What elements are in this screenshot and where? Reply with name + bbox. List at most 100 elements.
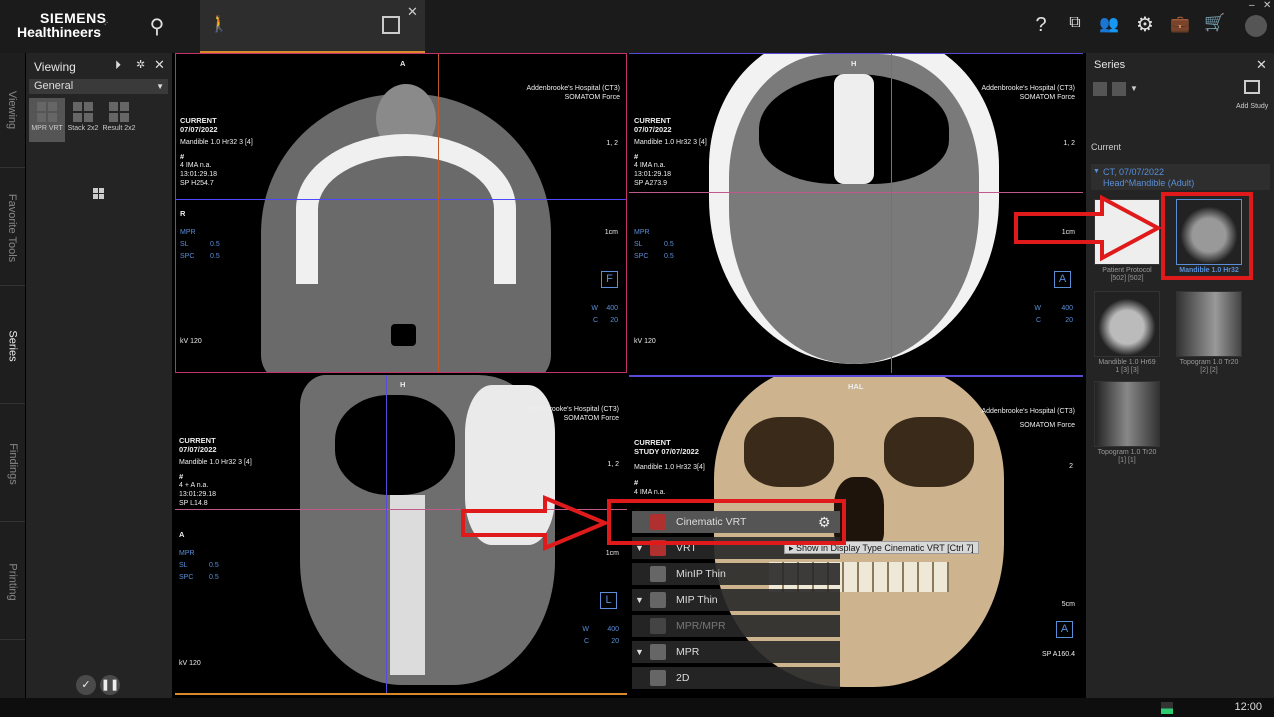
layout-mpr-vrt[interactable]: MPR VRT: [29, 98, 65, 142]
scanner-label: SOMATOM Force: [1019, 422, 1075, 429]
rail-tab-printing[interactable]: Printing: [0, 525, 25, 640]
ct-mandible: [296, 134, 516, 284]
status-label: CURRENT: [179, 436, 216, 445]
ratio-label: 2: [1069, 463, 1073, 470]
expand-icon[interactable]: ▼: [635, 595, 644, 605]
sl-label: SL: [180, 241, 189, 248]
help-icon[interactable]: ?: [1028, 14, 1054, 37]
hash-label: #: [634, 478, 639, 487]
thumb-label: [502] [502]: [1110, 275, 1144, 282]
date-label: 07/07/2022: [180, 125, 218, 134]
rail-tab-favorite-tools[interactable]: Favorite Tools: [0, 171, 25, 286]
menu-item-label: MinIP Thin: [676, 568, 726, 580]
add-study-icon[interactable]: [1244, 80, 1260, 94]
time-label: 13:01:29.18: [180, 171, 217, 178]
ima-label: 4 + A n.a.: [179, 482, 209, 489]
series-thumb-mandible-hr69[interactable]: [1094, 291, 1160, 357]
menu-item-mpr[interactable]: ▼ MPR: [632, 641, 840, 663]
more-layouts-icon[interactable]: [93, 188, 104, 199]
orientation-cube-icon[interactable]: L: [600, 592, 617, 609]
sl-value: 0.5: [210, 241, 220, 248]
menu-item-minip-thin[interactable]: MinIP Thin: [632, 563, 840, 585]
layout-grid-icon: [73, 102, 93, 122]
scale-label: 5cm: [1061, 601, 1075, 608]
mpr-label: MPR: [179, 550, 195, 557]
gear-icon[interactable]: ✲: [136, 58, 145, 71]
rail-tab-findings[interactable]: Findings: [0, 407, 25, 522]
ratio-label: 1, 2: [1063, 140, 1075, 147]
close-panel-icon[interactable]: ✕: [154, 57, 165, 73]
mpr-mpr-icon: [650, 618, 666, 634]
date-label: 07/07/2022: [634, 125, 672, 134]
rail-tab-viewing[interactable]: Viewing: [0, 53, 25, 168]
layout-result-2x2[interactable]: Result 2x2: [101, 98, 137, 142]
grid-view-icon[interactable]: [1112, 82, 1126, 96]
w-label: W: [1034, 305, 1041, 312]
menu-item-label: MIP Thin: [676, 594, 718, 606]
vrt-orbit-right: [884, 417, 974, 487]
orientation-label: H: [851, 59, 857, 68]
expand-icon[interactable]: ▼: [635, 647, 644, 657]
series-thumb-topogram-1[interactable]: [1094, 381, 1160, 447]
play-icon[interactable]: ⏵: [115, 58, 121, 73]
close-tab-icon[interactable]: ✕: [407, 4, 418, 20]
patient-browser-icon[interactable]: ⚲: [144, 14, 170, 39]
cart-icon[interactable]: 🛒: [1202, 13, 1228, 33]
viewing-title: Viewing: [34, 60, 76, 74]
time-label: 13:01:29.18: [634, 171, 671, 178]
pause-button[interactable]: ❚❚: [100, 675, 120, 695]
status-label: CURRENT: [634, 116, 671, 125]
image-icon[interactable]: [382, 16, 400, 34]
ima-label: 4 IMA n.a.: [634, 489, 666, 496]
mip-icon: [650, 592, 666, 608]
series-label: Mandible 1.0 Hr32 3[4]: [634, 464, 705, 471]
toolbox-icon[interactable]: 💼: [1167, 14, 1193, 34]
patient-tab[interactable]: 🚶 ✕: [200, 0, 425, 53]
sl-value: 0.5: [664, 241, 674, 248]
add-study-label[interactable]: Add Study: [1236, 103, 1268, 110]
network-icon[interactable]: ⧉: [1062, 14, 1088, 32]
orientation-label: H: [400, 380, 406, 389]
rail-tab-series[interactable]: Series: [0, 289, 25, 404]
c-value: 20: [1065, 317, 1073, 324]
check-button[interactable]: ✓: [76, 675, 96, 695]
viewport-axial[interactable]: A Addenbrooke's Hospital (CT3) SOMATOM F…: [175, 53, 627, 373]
spc-label: SPC: [180, 253, 195, 260]
orientation-cube-icon[interactable]: F: [601, 271, 618, 288]
sl-value: 0.5: [209, 562, 219, 569]
activity-icon: [1161, 702, 1173, 714]
c-label: C: [583, 638, 589, 645]
sort-icon[interactable]: [1093, 82, 1107, 96]
chevron-down-icon[interactable]: ▼: [1130, 84, 1138, 93]
close-window-icon[interactable]: ✕: [1263, 0, 1271, 11]
rail-tab-label: Favorite Tools: [6, 193, 19, 263]
person-icon: 🚶: [209, 16, 229, 33]
side-label: A: [179, 530, 185, 539]
status-label: CURRENT: [180, 116, 217, 125]
position-label: SP A160.4: [1042, 651, 1075, 658]
layout-stack-2x2[interactable]: Stack 2x2: [65, 98, 101, 142]
orientation-cube-icon[interactable]: A: [1054, 271, 1071, 288]
orientation-label: HAL: [848, 382, 864, 391]
series-thumb-topogram-2[interactable]: [1176, 291, 1242, 357]
menu-item-2d[interactable]: 2D: [632, 667, 840, 689]
sl-label: SL: [179, 562, 188, 569]
users-icon[interactable]: 👥: [1096, 14, 1122, 34]
ima-label: 4 IMA n.a.: [180, 162, 212, 169]
close-panel-icon[interactable]: ✕: [1256, 57, 1267, 73]
w-value: 400: [607, 626, 619, 633]
c-label: C: [592, 317, 598, 324]
layout-dropdown[interactable]: General ▼: [29, 79, 168, 94]
menu-item-mpr-mpr[interactable]: MPR/MPR: [632, 615, 840, 637]
settings-icon[interactable]: ⚙: [1132, 12, 1158, 37]
minimize-icon[interactable]: –: [1249, 0, 1255, 11]
study-header[interactable]: ▼ CT, 07/07/2022 Head^Mandible (Adult): [1091, 164, 1270, 190]
brand-logo-line2: Healthineers: [17, 24, 102, 40]
w-value: 400: [606, 305, 618, 312]
ct-spine: [390, 495, 425, 675]
w-value: 400: [1061, 305, 1073, 312]
avatar[interactable]: [1245, 15, 1267, 37]
orientation-cube-icon[interactable]: A: [1056, 621, 1073, 638]
menu-item-mip-thin[interactable]: ▼ MIP Thin: [632, 589, 840, 611]
w-label: W: [591, 305, 598, 312]
